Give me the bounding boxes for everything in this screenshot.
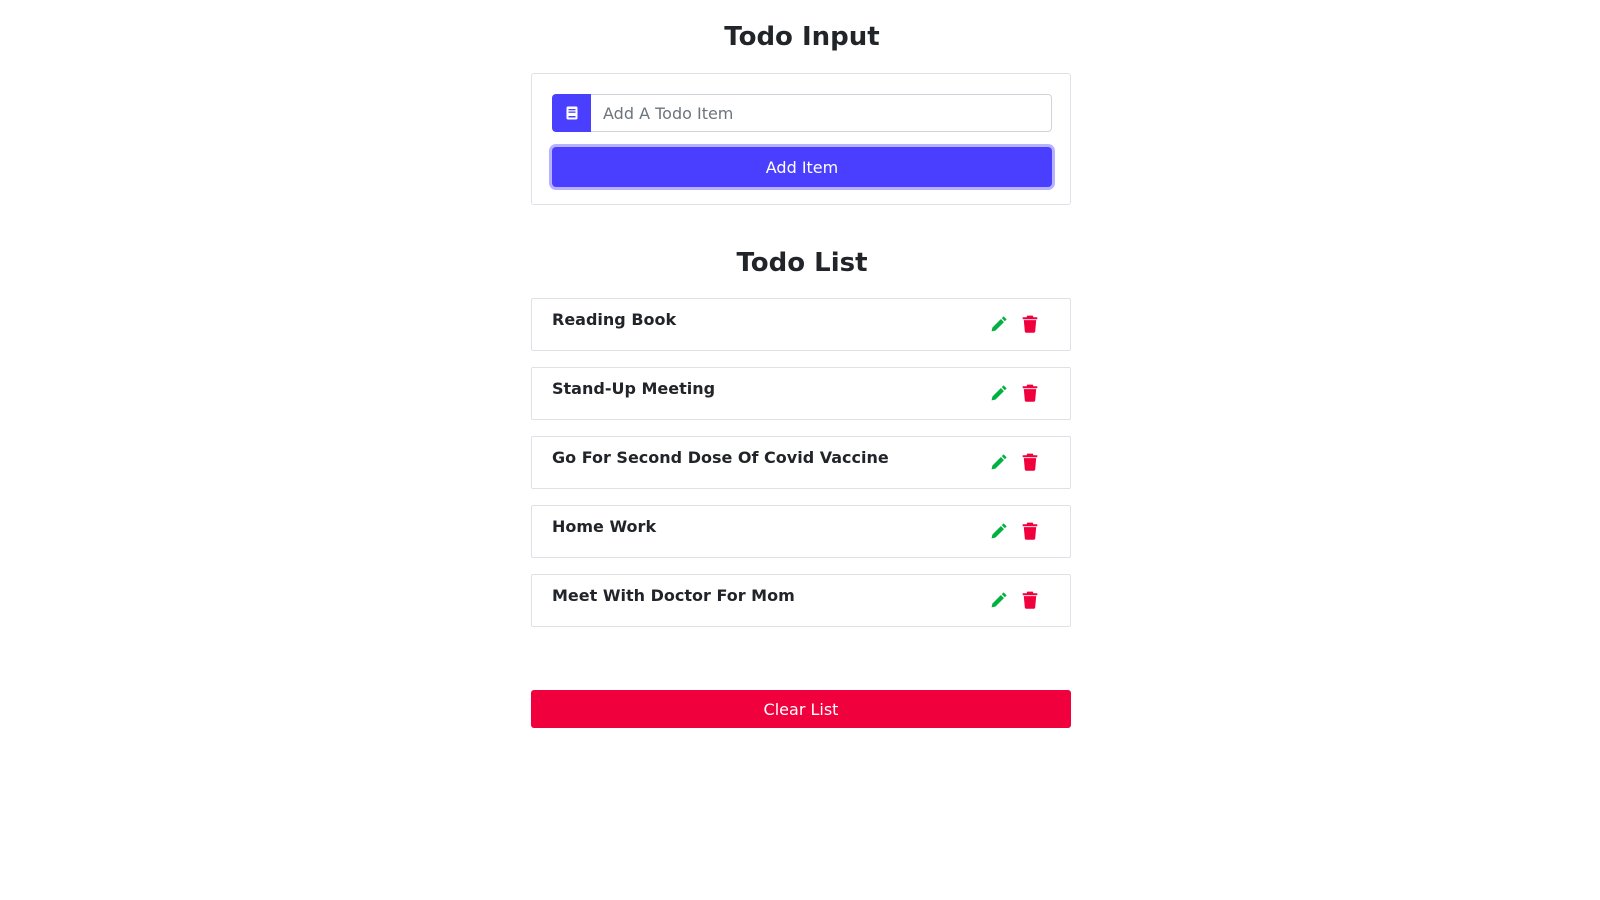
todo-input-group [552, 94, 1052, 132]
todo-item: Stand-Up Meeting [531, 367, 1071, 420]
todo-item-label: Meet With Doctor For Mom [552, 586, 795, 605]
pencil-icon[interactable] [989, 313, 1009, 335]
add-item-button[interactable]: Add Item [552, 147, 1052, 187]
todo-item-label: Go For Second Dose Of Covid Vaccine [552, 448, 889, 467]
todo-item-label: Stand-Up Meeting [552, 379, 716, 398]
todo-item-label: Reading Book [552, 310, 677, 329]
trash-icon[interactable] [1020, 520, 1040, 542]
trash-icon[interactable] [1020, 451, 1040, 473]
todo-item: Home Work [531, 505, 1071, 558]
pencil-icon[interactable] [989, 589, 1009, 611]
pencil-icon[interactable] [989, 451, 1009, 473]
trash-icon[interactable] [1020, 313, 1040, 335]
app-container: Todo Input Add Item Todo List Reading Bo… [0, 0, 1600, 900]
todo-list-title: Todo List [736, 248, 868, 278]
trash-icon[interactable] [1020, 589, 1040, 611]
pencil-icon[interactable] [989, 520, 1009, 542]
todo-input[interactable] [591, 94, 1052, 132]
pencil-icon[interactable] [989, 382, 1009, 404]
clear-list-button[interactable]: Clear List [531, 690, 1071, 728]
todo-input-title: Todo Input [724, 22, 880, 52]
book-icon [552, 94, 591, 132]
todo-item-label: Home Work [552, 517, 657, 536]
todo-input-card: Add Item [531, 73, 1071, 205]
todo-item: Reading Book [531, 298, 1071, 351]
todo-item: Meet With Doctor For Mom [531, 574, 1071, 627]
trash-icon[interactable] [1020, 382, 1040, 404]
todo-item: Go For Second Dose Of Covid Vaccine [531, 436, 1071, 489]
